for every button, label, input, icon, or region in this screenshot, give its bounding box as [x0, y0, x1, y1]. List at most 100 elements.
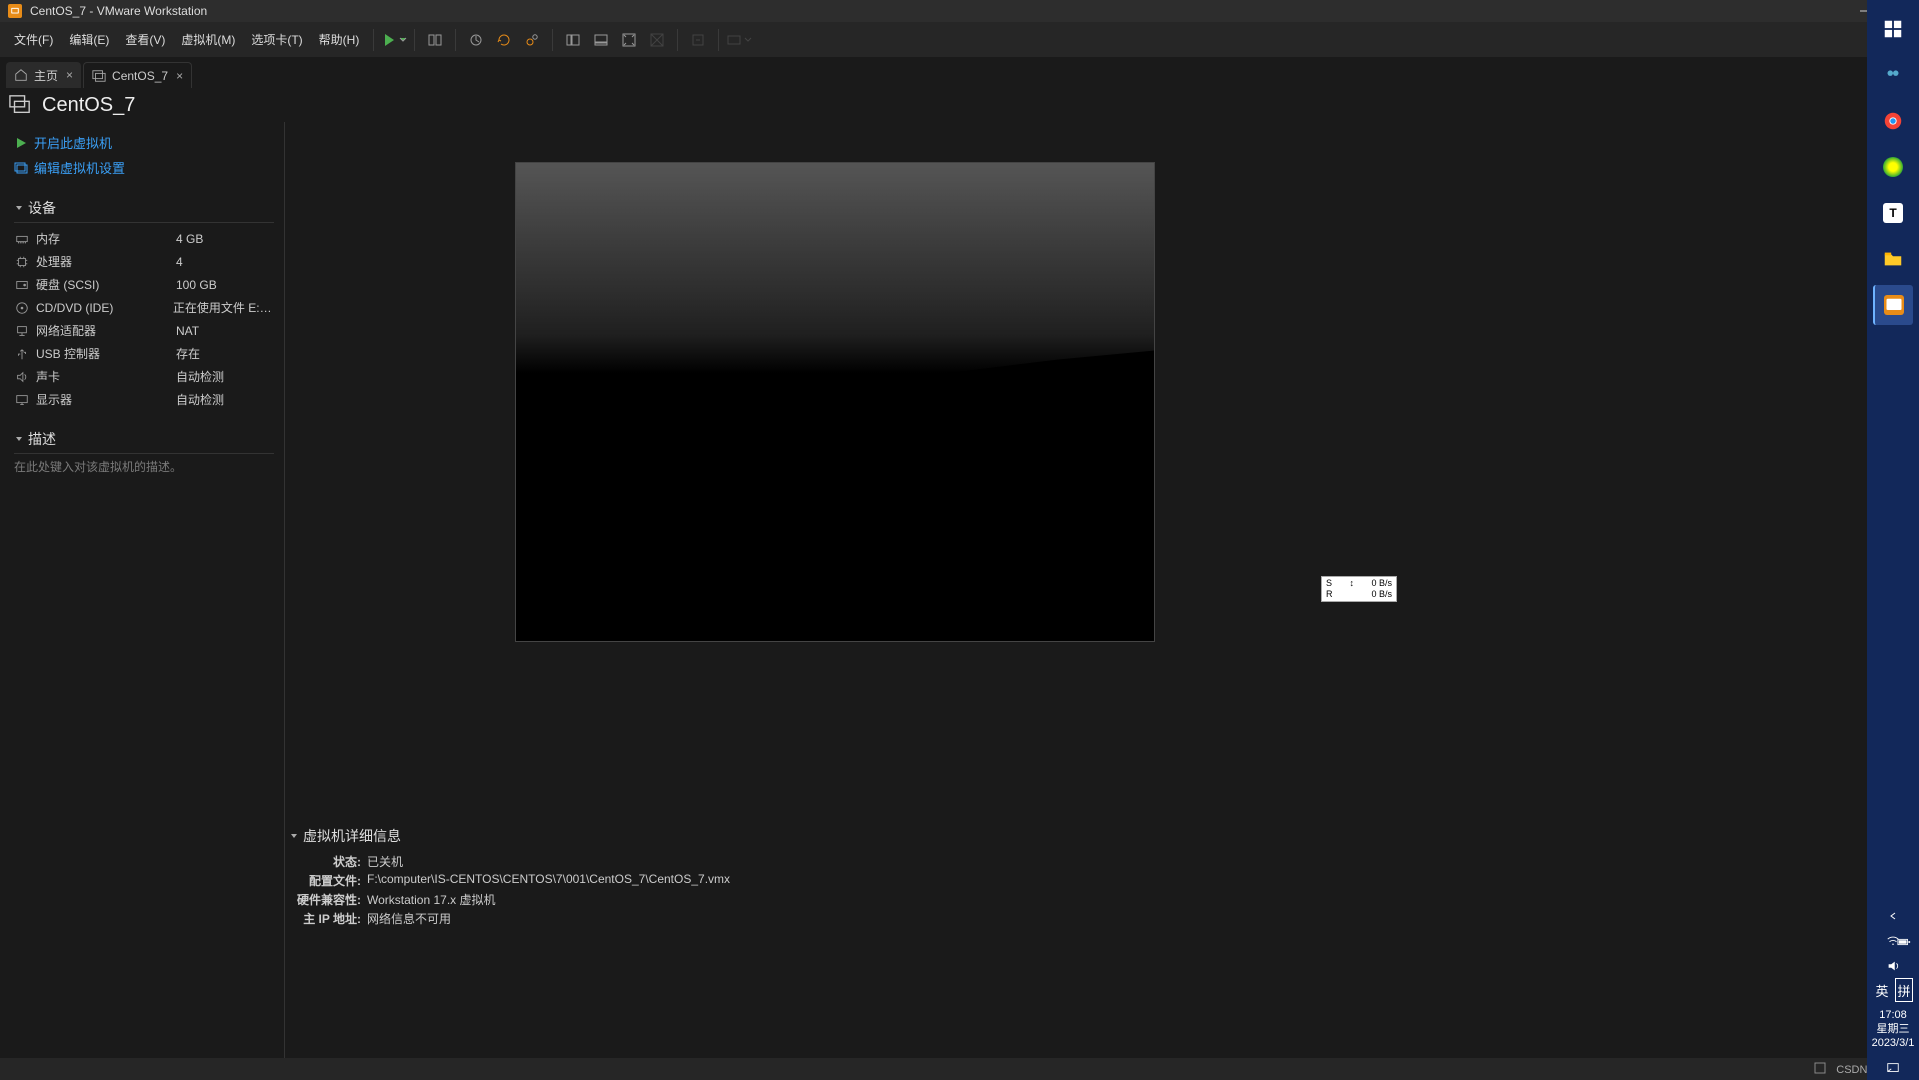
thumbnail-pane-button[interactable] [588, 27, 614, 53]
vm-detail-block: 虚拟机详细信息 状态:已关机 配置文件:F:\computer\IS-CENTO… [289, 826, 730, 928]
device-value: 自动检测 [176, 368, 224, 385]
tray-expand-icon[interactable] [1873, 904, 1913, 928]
send-ctrl-alt-del-button[interactable] [422, 27, 448, 53]
windows-taskbar: T 英 拼 17:08 星期三 2023/3/1 [1867, 0, 1919, 1080]
detail-status-value: 已关机 [367, 853, 403, 870]
device-value: 存在 [176, 345, 200, 362]
separator [677, 29, 678, 51]
taskbar-app-copilot[interactable] [1873, 55, 1913, 95]
display-icon [14, 392, 30, 408]
device-name: USB 控制器 [36, 345, 176, 362]
snapshot-button[interactable] [463, 27, 489, 53]
tray-notifications-icon[interactable] [1873, 1056, 1913, 1080]
taskbar-app-3[interactable] [1873, 147, 1913, 187]
taskbar-app-explorer[interactable] [1873, 239, 1913, 279]
unity-button [644, 27, 670, 53]
device-row-usb[interactable]: USB 控制器存在 [14, 342, 274, 365]
device-row-net[interactable]: 网络适配器NAT [14, 319, 274, 342]
content-header: CentOS_7 [0, 88, 1919, 122]
fullscreen-button[interactable] [616, 27, 642, 53]
usb-icon [14, 346, 30, 362]
tray-battery-icon[interactable] [1884, 930, 1919, 954]
vm-preview-thumbnail[interactable] [515, 162, 1155, 642]
device-row-memory[interactable]: 内存4 GB [14, 227, 274, 250]
menu-tabs[interactable]: 选项卡(T) [243, 27, 310, 52]
section-devices[interactable]: 设备 [14, 198, 274, 223]
detail-ip-value: 网络信息不可用 [367, 910, 451, 927]
tab-label: 主页 [34, 67, 58, 84]
menu-edit[interactable]: 编辑(E) [61, 27, 117, 52]
net-r-label: R [1326, 589, 1333, 600]
menu-file[interactable]: 文件(F) [6, 27, 61, 52]
description-input[interactable]: 在此处键入对该虚拟机的描述。 [14, 454, 274, 475]
device-value: 正在使用文件 E:\I... [173, 299, 274, 316]
section-description[interactable]: 描述 [14, 429, 274, 454]
device-name: CD/DVD (IDE) [36, 301, 173, 315]
main-area: 虚拟机详细信息 状态:已关机 配置文件:F:\computer\IS-CENTO… [285, 122, 1919, 1058]
app-icon [8, 4, 22, 18]
device-row-sound[interactable]: 声卡自动检测 [14, 365, 274, 388]
tab-home[interactable]: 主页 × [6, 62, 81, 88]
network-speed-overlay: S↕0 B/s R0 B/s [1321, 576, 1397, 602]
titlebar: CentOS_7 - VMware Workstation [0, 0, 1919, 22]
menu-view[interactable]: 查看(V) [117, 27, 173, 52]
device-row-cd[interactable]: CD/DVD (IDE)正在使用文件 E:\I... [14, 296, 274, 319]
power-on-label: 开启此虚拟机 [34, 133, 112, 152]
device-name: 显示器 [36, 391, 176, 408]
tab-close-icon[interactable]: × [176, 69, 183, 83]
tray-date: 2023/3/1 [1872, 1036, 1915, 1050]
cd-icon [14, 300, 30, 316]
device-name: 网络适配器 [36, 322, 176, 339]
tab-strip: 主页 × CentOS_7 × [0, 58, 1919, 88]
separator [455, 29, 456, 51]
taskbar-app-text[interactable]: T [1873, 193, 1913, 233]
taskbar-app-chrome[interactable] [1873, 101, 1913, 141]
net-r-val: 0 B/s [1371, 589, 1392, 600]
power-on-link[interactable]: 开启此虚拟机 [14, 130, 284, 155]
net-s-label: S [1326, 578, 1332, 589]
device-name: 处理器 [36, 253, 176, 270]
stretch-button [685, 27, 711, 53]
detail-compat-value: Workstation 17.x 虚拟机 [367, 891, 496, 908]
snapshot-manager-button[interactable] [519, 27, 545, 53]
menu-help[interactable]: 帮助(H) [311, 27, 368, 52]
devices-dropdown [726, 27, 752, 53]
edit-settings-link[interactable]: 编辑虚拟机设置 [14, 155, 284, 180]
tray-volume-icon[interactable] [1873, 954, 1913, 978]
device-name: 声卡 [36, 368, 176, 385]
snapshot-revert-button[interactable] [491, 27, 517, 53]
detail-config-value: F:\computer\IS-CENTOS\CENTOS\7\001\CentO… [367, 872, 730, 889]
library-pane-button[interactable] [560, 27, 586, 53]
tray-clock[interactable]: 17:08 星期三 2023/3/1 [1872, 1002, 1915, 1056]
edit-settings-label: 编辑虚拟机设置 [34, 158, 125, 177]
tray-time: 17:08 [1872, 1008, 1915, 1022]
device-value: 自动检测 [176, 391, 224, 408]
power-button[interactable] [381, 27, 407, 53]
section-label: 设备 [28, 198, 56, 218]
tab-close-icon[interactable]: × [66, 68, 73, 82]
net-s-val: 0 B/s [1371, 578, 1392, 589]
taskbar-app-vmware[interactable] [1873, 285, 1913, 325]
disk-icon [14, 277, 30, 293]
tray-ime-mode[interactable]: 拼 [1895, 978, 1913, 1002]
vm-monitor-icon [8, 93, 32, 117]
device-value: NAT [176, 324, 199, 338]
caret-down-icon [14, 434, 24, 444]
start-button[interactable] [1873, 9, 1913, 49]
menu-vm[interactable]: 虚拟机(M) [173, 27, 243, 52]
caret-down-icon [289, 831, 299, 841]
device-name: 内存 [36, 230, 176, 247]
device-value: 4 GB [176, 232, 203, 246]
device-row-cpu[interactable]: 处理器4 [14, 250, 274, 273]
memory-icon [14, 231, 30, 247]
device-row-display[interactable]: 显示器自动检测 [14, 388, 274, 411]
device-name: 硬盘 (SCSI) [36, 276, 176, 293]
tab-centos[interactable]: CentOS_7 × [83, 62, 192, 88]
device-row-disk[interactable]: 硬盘 (SCSI)100 GB [14, 273, 274, 296]
detail-title: 虚拟机详细信息 [303, 826, 401, 846]
detail-compat-label: 硬件兼容性: [289, 891, 361, 908]
tray-ime-lang[interactable]: 英 [1873, 978, 1891, 1002]
menubar: 文件(F) 编辑(E) 查看(V) 虚拟机(M) 选项卡(T) 帮助(H) [0, 22, 1919, 58]
caret-down-icon [14, 203, 24, 213]
tray-weekday: 星期三 [1872, 1022, 1915, 1036]
